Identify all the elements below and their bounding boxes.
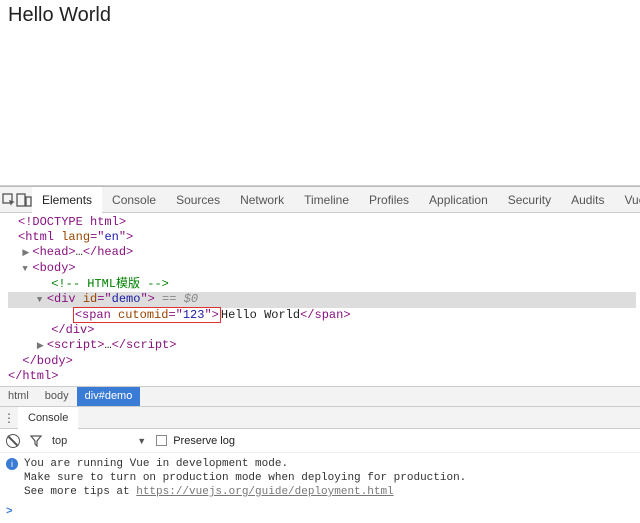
dom-body-close[interactable]: </body> [8, 354, 636, 369]
dom-comment[interactable]: <!-- HTML模版 --> [8, 277, 636, 292]
dom-script[interactable]: <script>…</script> [8, 338, 636, 354]
elements-breadcrumb: html body div#demo [0, 386, 640, 406]
dom-div-demo[interactable]: <div id="demo"> == $0 [8, 292, 636, 308]
devtools-tab-bar: Elements Console Sources Network Timelin… [0, 187, 640, 213]
console-info-message[interactable]: i You are running Vue in development mod… [6, 457, 634, 499]
preserve-log-checkbox[interactable]: Preserve log [156, 435, 235, 447]
page-heading: Hello World [8, 4, 632, 27]
tab-audits[interactable]: Audits [561, 187, 614, 213]
app-window: Hello World Elements Console Sources Net… [0, 0, 640, 523]
context-selector[interactable]: top ▼ [52, 435, 146, 447]
dom-div-close[interactable]: </div> [8, 323, 636, 338]
disclosure-arrow-icon[interactable] [22, 245, 32, 261]
tab-security[interactable]: Security [498, 187, 561, 213]
disclosure-arrow-icon[interactable] [37, 292, 47, 308]
elements-dom-tree[interactable]: <!DOCTYPE html> <html lang="en"> <head>…… [0, 213, 640, 386]
dom-html-open[interactable]: <html lang="en"> [8, 230, 636, 245]
console-drawer-header: ⋮ Console [0, 407, 640, 429]
console-toolbar: top ▼ Preserve log [0, 429, 640, 453]
tab-vue[interactable]: Vue [614, 187, 640, 213]
inspect-element-icon[interactable] [2, 187, 16, 213]
rendered-page: Hello World [0, 0, 640, 186]
tab-elements[interactable]: Elements [32, 187, 102, 213]
dom-head[interactable]: <head>…</head> [8, 245, 636, 261]
checkbox-icon [156, 435, 167, 446]
tab-sources[interactable]: Sources [166, 187, 230, 213]
disclosure-arrow-icon[interactable] [22, 261, 32, 277]
drawer-menu-icon[interactable]: ⋮ [0, 411, 18, 425]
filter-icon[interactable] [30, 435, 42, 447]
deployment-guide-link[interactable]: https://vuejs.org/guide/deployment.html [136, 486, 393, 498]
chevron-down-icon: ▼ [137, 436, 146, 446]
tab-console[interactable]: Console [102, 187, 166, 213]
info-icon: i [6, 458, 18, 470]
dom-doctype[interactable]: <!DOCTYPE html> [8, 215, 636, 230]
device-toolbar-icon[interactable] [16, 187, 32, 213]
console-drawer: ⋮ Console top ▼ Preserve log i [0, 406, 640, 523]
dom-html-close[interactable]: </html> [8, 369, 636, 384]
devtools-panel: Elements Console Sources Network Timelin… [0, 186, 640, 523]
disclosure-arrow-icon[interactable] [37, 338, 47, 354]
clear-console-icon[interactable] [6, 434, 20, 448]
tab-timeline[interactable]: Timeline [294, 187, 359, 213]
tab-network[interactable]: Network [230, 187, 294, 213]
crumb-html[interactable]: html [0, 387, 37, 406]
drawer-tab-console[interactable]: Console [18, 407, 78, 429]
tab-application[interactable]: Application [419, 187, 498, 213]
console-output: i You are running Vue in development mod… [0, 453, 640, 523]
crumb-div-demo[interactable]: div#demo [77, 387, 141, 406]
dom-body-open[interactable]: <body> [8, 261, 636, 277]
tab-profiles[interactable]: Profiles [359, 187, 419, 213]
console-prompt[interactable]: > [6, 505, 634, 519]
dom-span-hello[interactable]: <span cutomid="123">Hello World</span> [8, 308, 636, 323]
crumb-body[interactable]: body [37, 387, 77, 406]
